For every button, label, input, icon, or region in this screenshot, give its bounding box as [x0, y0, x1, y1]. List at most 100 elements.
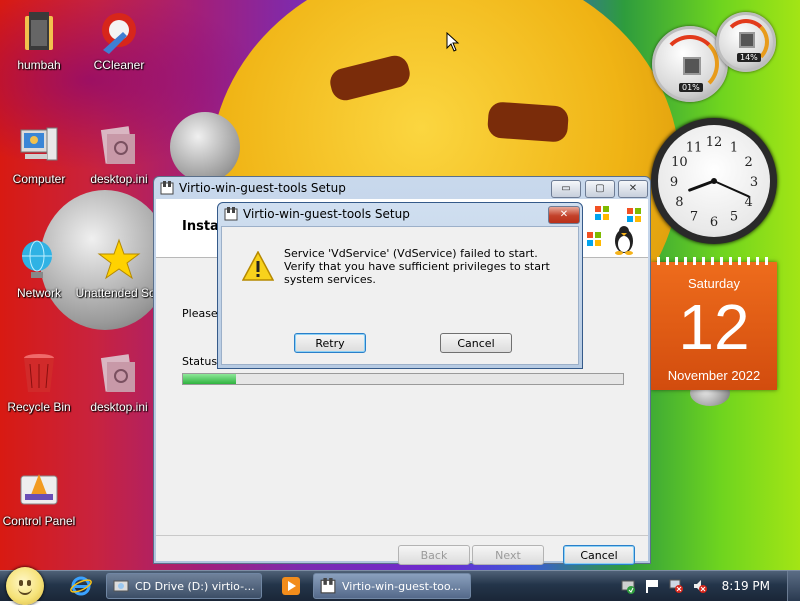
clock-numeral: 11	[686, 140, 703, 155]
clock-face: 1 2 3 4 5 6 7 8 9 10 11 12	[658, 125, 770, 237]
taskbar-clock[interactable]: 8:19 PM	[722, 579, 770, 593]
installer-icon	[160, 181, 174, 195]
status-label: Status:	[182, 355, 221, 368]
internet-explorer-icon[interactable]	[70, 575, 92, 597]
desktop-icon-recycle-bin[interactable]: Recycle Bin	[0, 352, 84, 414]
dialog-message: Service 'VdService' (VdService) failed t…	[284, 247, 550, 286]
start-orb-mouth	[18, 587, 32, 595]
installer-icon	[224, 207, 238, 221]
start-orb-eye	[19, 580, 23, 586]
install-progress-bar	[182, 373, 624, 385]
computer-icon	[17, 124, 61, 168]
settings-file-icon	[97, 124, 141, 168]
dialog-close-button[interactable]: ✕	[548, 206, 580, 224]
installer-icon	[320, 578, 336, 594]
minimize-button[interactable]: ▭	[551, 180, 581, 198]
desktop-icon-desktop-ini-2[interactable]: desktop.ini	[74, 352, 164, 414]
mouse-cursor-icon	[446, 32, 460, 52]
setup-window-title: Virtio-win-guest-tools Setup	[179, 181, 346, 195]
folder-icon	[17, 10, 61, 54]
taskbar-item-label: CD Drive (D:) virtio-...	[135, 579, 255, 593]
clock-gadget[interactable]: 1 2 3 4 5 6 7 8 9 10 11 12	[651, 118, 777, 244]
calendar-gadget[interactable]: Saturday 12 November 2022	[651, 257, 777, 390]
cpu-chip-icon	[683, 57, 701, 75]
control-panel-icon	[17, 466, 61, 510]
error-dialog[interactable]: Virtio-win-guest-tools Setup ✕ Service '…	[217, 202, 583, 369]
show-desktop-button[interactable]	[787, 571, 800, 601]
clock-numeral: 9	[670, 175, 678, 190]
desktop-icon-label: humbah	[17, 58, 61, 72]
desktop-icon-desktop-ini-1[interactable]: desktop.ini	[74, 124, 164, 186]
calendar-weekday: Saturday	[687, 276, 741, 291]
desktop-icon-label: Unattended Soft	[75, 286, 163, 300]
taskbar-item-cd-drive[interactable]: CD Drive (D:) virtio-...	[106, 573, 262, 599]
safely-remove-hardware-icon[interactable]	[620, 578, 636, 594]
warning-icon	[242, 251, 274, 281]
media-player-icon[interactable]	[280, 575, 302, 597]
start-button[interactable]	[6, 567, 44, 605]
dialog-titlebar[interactable]: Virtio-win-guest-tools Setup	[218, 203, 582, 225]
install-progress-fill	[183, 374, 236, 384]
clock-numeral: 2	[745, 155, 753, 170]
close-button[interactable]: ✕	[618, 180, 648, 198]
clock-numeral: 3	[750, 175, 758, 190]
taskbar: CD Drive (D:) virtio-... Virtio-win-gues…	[0, 567, 800, 605]
star-icon	[97, 238, 141, 282]
maximize-button[interactable]: ▢	[585, 180, 615, 198]
desktop-icon-network[interactable]: Network	[0, 238, 84, 300]
setup-cancel-button[interactable]: Cancel	[563, 545, 635, 565]
desktop-icon-control-panel[interactable]: Control Panel	[0, 466, 84, 528]
retry-button[interactable]: Retry	[294, 333, 366, 353]
desktop-icon-humbah[interactable]: humbah	[0, 10, 84, 72]
clock-numeral: 5	[730, 210, 738, 225]
taskbar-item-label: Virtio-win-guest-too...	[342, 579, 461, 593]
desktop: humbah CCleaner Computer desktop.ini Net…	[0, 0, 800, 570]
dialog-body: Service 'VdService' (VdService) failed t…	[221, 226, 579, 365]
desktop-icon-ccleaner[interactable]: CCleaner	[74, 10, 164, 72]
desktop-icon-unattended-soft[interactable]: Unattended Soft	[74, 238, 164, 300]
wallpaper-blob	[170, 112, 240, 182]
desktop-icon-label: Network	[16, 286, 61, 300]
desktop-icon-label: CCleaner	[93, 58, 145, 72]
clock-center	[711, 178, 717, 184]
clock-numeral: 12	[706, 135, 723, 150]
desktop-icon-computer[interactable]: Computer	[0, 124, 84, 186]
wallpaper-eye-right	[486, 101, 570, 143]
clock-numeral: 1	[730, 140, 738, 155]
desktop-icon-label: Recycle Bin	[7, 400, 71, 414]
clock-numeral: 7	[690, 210, 698, 225]
desktop-icon-label: Computer	[12, 172, 66, 186]
ram-meter-gadget[interactable]: 14%	[716, 12, 776, 72]
calendar-month-year: November 2022	[667, 368, 761, 383]
ram-usage-readout: 14%	[737, 53, 761, 62]
cd-drive-icon	[113, 580, 129, 592]
clock-numeral: 8	[675, 195, 683, 210]
cpu-usage-readout: 01%	[679, 83, 703, 92]
clock-numeral: 10	[671, 155, 688, 170]
windows-logo-icon	[595, 206, 609, 220]
volume-muted-icon[interactable]	[692, 578, 708, 594]
action-center-flag-icon[interactable]	[644, 578, 660, 594]
button-separator	[156, 535, 648, 536]
clock-hour-hand	[688, 179, 716, 192]
desktop-icon-label: desktop.ini	[90, 172, 148, 186]
back-button[interactable]: Back	[398, 545, 470, 565]
calendar-rings	[657, 257, 771, 265]
calendar-day: 12	[678, 291, 750, 363]
recycle-bin-icon	[17, 352, 61, 396]
settings-file-icon	[97, 352, 141, 396]
clock-numeral: 6	[710, 215, 718, 230]
dialog-title: Virtio-win-guest-tools Setup	[243, 207, 410, 221]
dialog-cancel-button[interactable]: Cancel	[440, 333, 512, 353]
windows-logo-icon	[627, 208, 641, 222]
clock-dial: 1234567891011 12	[670, 135, 758, 230]
system-tray: 8:19 PM	[620, 571, 800, 601]
clock-minute-hand	[713, 180, 750, 198]
next-button[interactable]: Next	[472, 545, 544, 565]
desktop-icon-label: desktop.ini	[90, 400, 148, 414]
taskbar-item-setup[interactable]: Virtio-win-guest-too...	[313, 573, 471, 599]
desktop-icon-label: Control Panel	[2, 514, 76, 528]
start-orb-eye	[27, 580, 31, 586]
tux-penguin-icon	[615, 226, 633, 255]
network-disconnected-icon[interactable]	[668, 578, 684, 594]
